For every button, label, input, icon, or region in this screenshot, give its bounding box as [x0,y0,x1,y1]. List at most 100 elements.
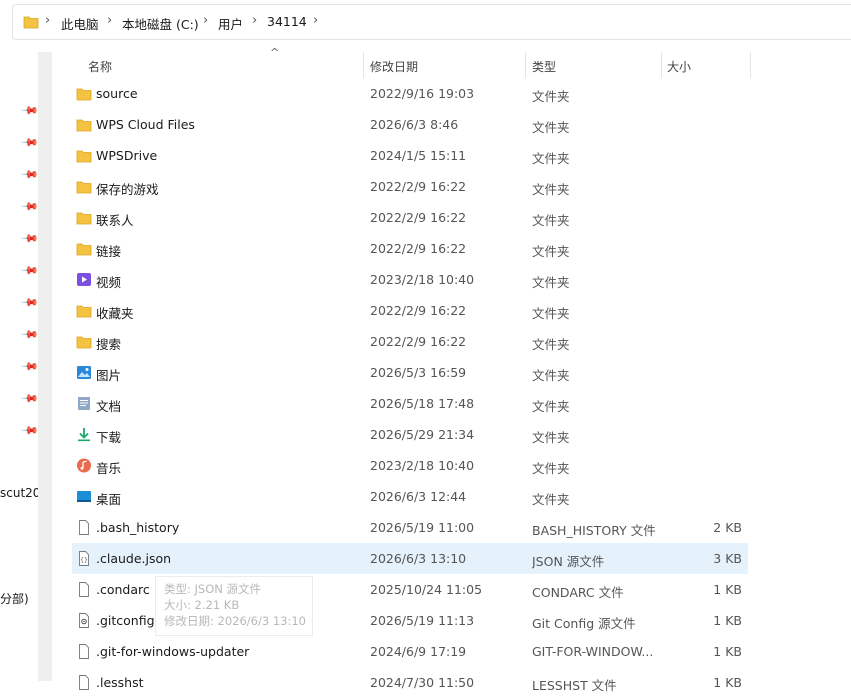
file-row[interactable]: .git-for-windows-updater 2024/6/9 17:19 GI… [72,636,748,667]
file-type: 文件夹 [532,430,570,445]
file-row[interactable]: source 2022/9/16 19:03 文件夹 [72,78,748,109]
file-date: 2022/2/9 16:22 [370,303,467,318]
chevron-right-icon[interactable]: › [313,13,318,28]
column-header-size[interactable]: 大小 [667,58,691,75]
chevron-right-icon[interactable]: › [203,13,208,28]
pin-icon[interactable]: 📌 [20,293,39,312]
file-name: 视频 [96,275,122,290]
video-folder-icon [76,272,92,287]
file-icon [76,644,92,659]
file-date: 2022/2/9 16:22 [370,179,467,194]
breadcrumb-users[interactable]: 用户 [218,14,243,33]
file-type: JSON 源文件 [532,554,605,569]
file-row[interactable]: 图片 2026/5/3 16:59 文件夹 [72,357,748,388]
file-type: 文件夹 [532,399,570,414]
pin-icon[interactable]: 📌 [20,325,39,344]
folder-icon [76,117,92,132]
nav-item-label[interactable]: 分部) [0,590,29,607]
file-row[interactable]: 文档 2026/5/18 17:48 文件夹 [72,388,748,419]
file-row[interactable]: 联系人 2022/2/9 16:22 文件夹 [72,202,748,233]
pin-icon[interactable]: 📌 [20,389,39,408]
json-file-icon: {} [76,551,92,566]
file-date: 2022/2/9 16:22 [370,210,467,225]
column-header-type[interactable]: 类型 [532,58,556,75]
breadcrumb-this-pc[interactable]: 此电脑 [61,14,99,33]
file-date: 2023/2/18 10:40 [370,272,475,287]
file-name: 图片 [96,368,122,383]
file-date: 2026/5/18 17:48 [370,396,475,411]
file-row[interactable]: WPSDrive 2024/1/5 15:11 文件夹 [72,140,748,171]
file-type: GIT-FOR-WINDOW... [532,644,654,659]
file-name: .claude.json [96,551,172,566]
file-row[interactable]: 音乐 2023/2/18 10:40 文件夹 [72,450,748,481]
file-name: 下载 [96,430,122,445]
pin-icon[interactable]: 📌 [20,421,39,440]
file-row[interactable]: 搜索 2022/2/9 16:22 文件夹 [72,326,748,357]
file-date: 2024/6/9 17:19 [370,644,467,659]
file-date: 2026/5/29 21:34 [370,427,475,442]
file-row[interactable]: .bash_history 2026/5/19 11:00 BASH_HISTORY… [72,512,748,543]
tooltip-date: 修改日期: 2026/6/3 13:10 [164,614,306,628]
desktop-folder-icon [76,489,92,504]
breadcrumb-user-folder[interactable]: 34114 [267,14,307,29]
file-name: .lesshst [96,675,144,690]
file-type: LESSHST 文件 [532,678,617,693]
folder-icon [76,241,92,256]
file-date: 2022/9/16 19:03 [370,86,475,101]
file-row[interactable]: {} .claude.json 2026/6/3 13:10 JSON 源文件 3 KB [72,543,748,574]
file-name: 音乐 [96,461,122,476]
file-name: 搜索 [96,337,122,352]
file-name: 链接 [96,244,122,259]
pin-icon[interactable]: 📌 [20,229,39,248]
file-name: source [96,86,138,101]
folder-icon [76,86,92,101]
file-row[interactable]: 视频 2023/2/18 10:40 文件夹 [72,264,748,295]
file-row[interactable]: 桌面 2026/6/3 12:44 文件夹 [72,481,748,512]
pin-icon[interactable]: 📌 [20,133,39,152]
sort-ascending-icon: ^ [270,46,280,59]
column-divider[interactable] [525,52,526,78]
file-date: 2026/6/3 12:44 [370,489,467,504]
file-type: 文件夹 [532,337,570,352]
file-type: 文件夹 [532,368,570,383]
file-date: 2026/5/19 11:00 [370,520,475,535]
navigation-scrollbar[interactable] [38,52,52,681]
file-row[interactable]: 链接 2022/2/9 16:22 文件夹 [72,233,748,264]
file-row[interactable]: .lesshst 2024/7/30 11:50 LESSHST 文件 1 KB [72,667,748,698]
file-type: CONDARC 文件 [532,585,624,600]
file-row[interactable]: WPS Cloud Files 2026/6/3 8:46 文件夹 [72,109,748,140]
file-date: 2024/1/5 15:11 [370,148,467,163]
column-divider[interactable] [363,52,364,78]
chevron-right-icon[interactable]: › [107,13,112,28]
file-name: .bash_history [96,520,180,535]
address-bar[interactable]: › 此电脑 › 本地磁盘 (C:) › 用户 › 34114 › [12,4,851,40]
tooltip-size: 大小: 2.21 KB [164,598,240,612]
documents-folder-icon [76,396,92,411]
breadcrumb-local-disk[interactable]: 本地磁盘 (C:) [122,14,199,33]
pin-icon[interactable]: 📌 [20,197,39,216]
folder-icon [76,210,92,225]
folder-icon [76,148,92,163]
pictures-folder-icon [76,365,92,380]
pin-icon[interactable]: 📌 [20,101,39,120]
svg-text:{}: {} [80,557,88,564]
file-date: 2026/6/3 13:10 [370,551,467,566]
chevron-right-icon[interactable]: › [45,13,50,28]
file-type: 文件夹 [532,89,570,104]
column-divider[interactable] [750,52,751,78]
pin-icon[interactable]: 📌 [20,261,39,280]
pin-icon[interactable]: 📌 [20,357,39,376]
file-row[interactable]: 下载 2026/5/29 21:34 文件夹 [72,419,748,450]
folder-icon [76,303,92,318]
file-type: 文件夹 [532,306,570,321]
column-header-name[interactable]: 名称 [88,58,112,75]
file-row[interactable]: 收藏夹 2022/2/9 16:22 文件夹 [72,295,748,326]
file-size: 1 KB [713,613,742,628]
column-divider[interactable] [661,52,662,78]
file-name: WPSDrive [96,148,158,163]
column-header-date[interactable]: 修改日期 [370,58,418,75]
file-type: Git Config 源文件 [532,616,636,631]
file-row[interactable]: 保存的游戏 2022/2/9 16:22 文件夹 [72,171,748,202]
chevron-right-icon[interactable]: › [252,13,257,28]
pin-icon[interactable]: 📌 [20,165,39,184]
